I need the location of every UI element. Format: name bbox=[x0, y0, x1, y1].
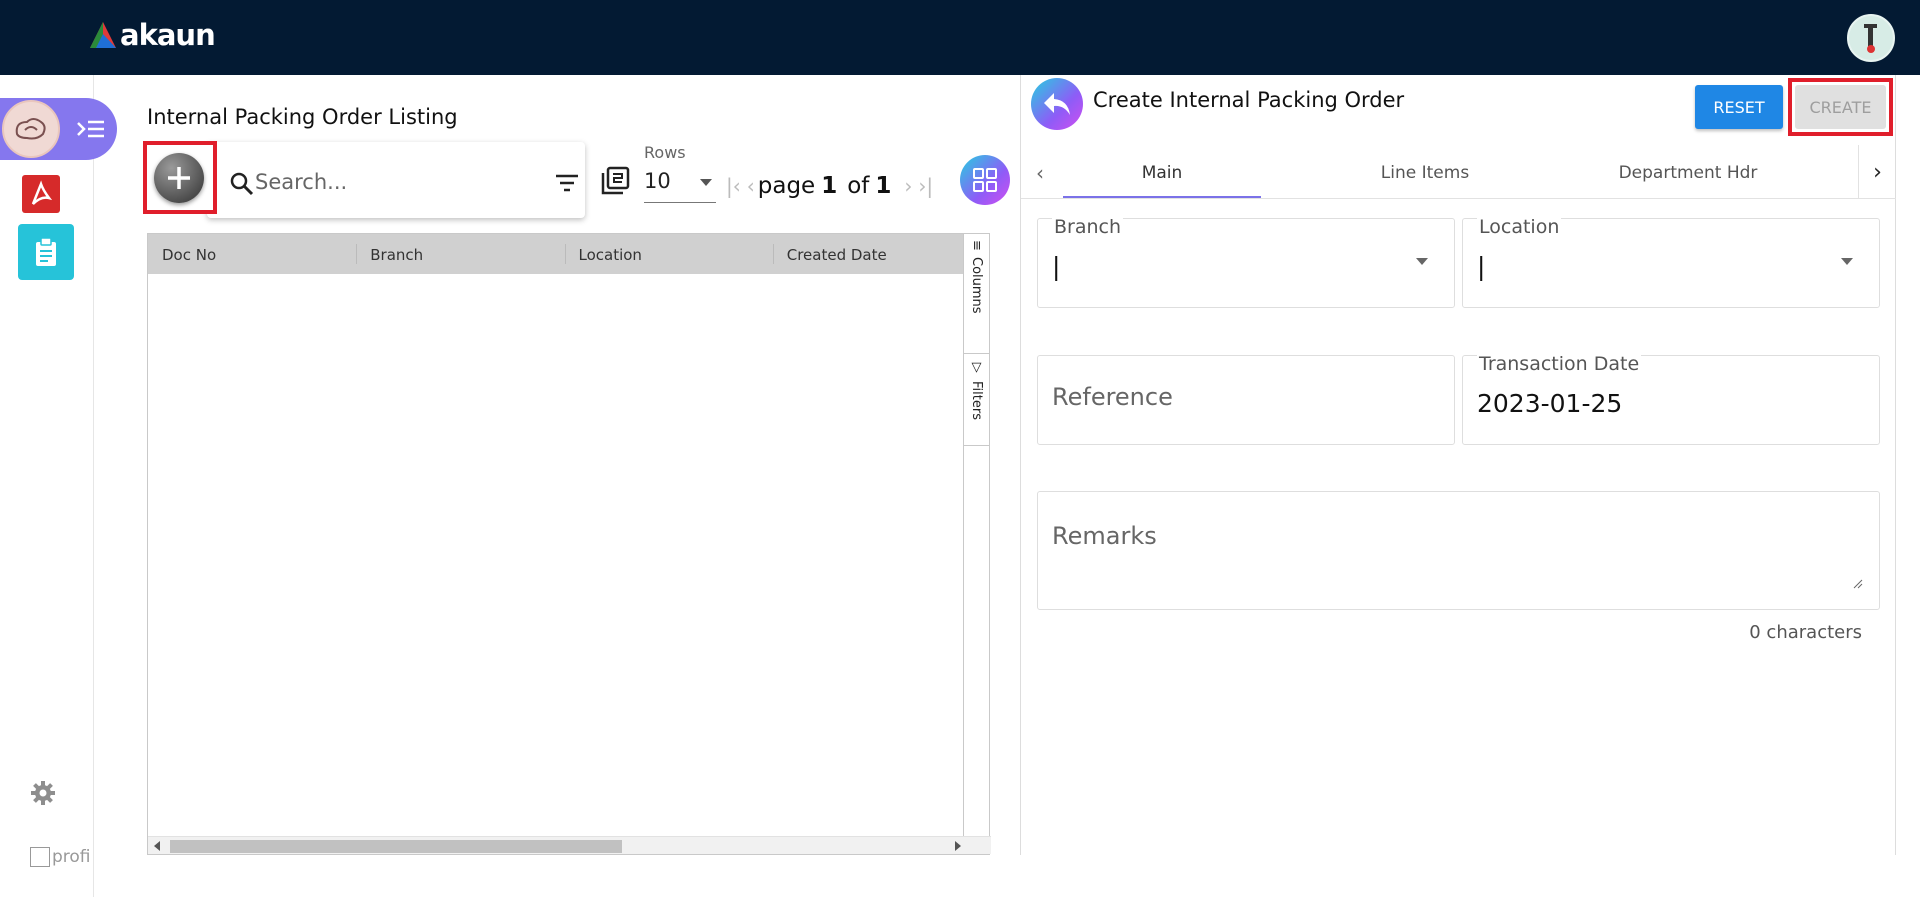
library-books-icon[interactable] bbox=[600, 166, 630, 196]
resize-handle-icon[interactable] bbox=[1853, 579, 1863, 589]
location-value: | bbox=[1477, 252, 1486, 281]
tab-line-items[interactable]: Line Items bbox=[1326, 163, 1524, 183]
create-button[interactable]: CREATE bbox=[1795, 85, 1886, 129]
next-page-icon[interactable]: › bbox=[904, 174, 912, 198]
current-page: 1 bbox=[821, 173, 838, 199]
settings-icon[interactable] bbox=[30, 780, 56, 806]
rows-value: 10 bbox=[644, 169, 671, 193]
left-nav-rail: profi bbox=[0, 75, 117, 897]
filter-icon[interactable] bbox=[553, 169, 581, 197]
transaction-date-label: Transaction Date bbox=[1477, 353, 1642, 375]
table-side-panel: ≡ Columns ▽ Filters bbox=[963, 234, 989, 854]
filter-funnel-icon: ▽ bbox=[969, 360, 984, 375]
branch-select[interactable]: Branch | bbox=[1037, 216, 1455, 308]
create-panel: Create Internal Packing Order RESET CREA… bbox=[1020, 75, 1896, 855]
branch-value: | bbox=[1052, 252, 1061, 281]
location-label: Location bbox=[1477, 216, 1562, 238]
branch-label: Branch bbox=[1052, 216, 1124, 238]
profile-link[interactable]: profi bbox=[30, 847, 91, 867]
reference-placeholder: Reference bbox=[1052, 383, 1173, 411]
reply-arrow-icon bbox=[1044, 93, 1070, 115]
scroll-right-icon[interactable] bbox=[955, 841, 961, 851]
first-page-icon[interactable]: |‹ bbox=[726, 174, 741, 198]
filters-tab-label: Filters bbox=[969, 381, 984, 420]
brand-logo[interactable]: akaun bbox=[88, 18, 216, 52]
transaction-date-field[interactable]: Transaction Date 2023-01-25 bbox=[1462, 353, 1880, 445]
columns-side-tab[interactable]: ≡ Columns bbox=[964, 234, 989, 354]
chevron-right-icon[interactable]: › bbox=[1858, 145, 1896, 199]
prev-page-icon[interactable]: ‹ bbox=[747, 174, 755, 198]
rail-avatar[interactable] bbox=[2, 100, 60, 158]
grid-icon bbox=[973, 168, 997, 192]
rows-per-page-select[interactable]: 10 bbox=[644, 169, 716, 203]
transaction-date-value: 2023-01-25 bbox=[1477, 389, 1623, 418]
columns-tab-label: Columns bbox=[969, 256, 984, 314]
total-pages: 1 bbox=[875, 173, 892, 199]
listing-title: Internal Packing Order Listing bbox=[147, 105, 458, 129]
create-button-highlight: CREATE bbox=[1788, 78, 1893, 136]
chevron-down-icon bbox=[1416, 258, 1428, 265]
column-header-location[interactable]: Location bbox=[564, 234, 773, 274]
user-avatar-icon bbox=[1864, 24, 1877, 53]
of-word: of bbox=[847, 173, 870, 199]
listing-panel: Internal Packing Order Listing Rows 10 |… bbox=[143, 75, 1020, 855]
tab-department-hdr[interactable]: Department Hdr bbox=[1589, 163, 1787, 183]
location-select[interactable]: Location | bbox=[1462, 216, 1880, 308]
profile-label: profi bbox=[52, 847, 91, 867]
filters-side-tab[interactable]: ▽ Filters bbox=[964, 354, 989, 446]
logo-mark-icon bbox=[90, 22, 116, 48]
paginator: |‹ ‹ page 1 of 1 › ›| bbox=[723, 173, 936, 199]
remarks-character-count: 0 characters bbox=[1749, 622, 1862, 643]
create-panel-title: Create Internal Packing Order bbox=[1093, 88, 1405, 112]
rows-label: Rows bbox=[644, 143, 686, 162]
back-button[interactable] bbox=[1031, 78, 1083, 130]
add-button[interactable] bbox=[154, 153, 204, 203]
remarks-placeholder: Remarks bbox=[1052, 522, 1157, 550]
column-header-doc-no[interactable]: Doc No bbox=[148, 234, 356, 274]
active-tab-indicator bbox=[1063, 196, 1261, 198]
columns-icon: ≡ bbox=[969, 240, 984, 251]
column-header-branch[interactable]: Branch bbox=[356, 234, 564, 274]
top-app-bar: akaun bbox=[0, 0, 1920, 75]
column-header-created-date[interactable]: Created Date bbox=[772, 234, 981, 274]
search-icon bbox=[230, 172, 254, 196]
chevron-left-icon[interactable]: ‹ bbox=[1036, 161, 1044, 185]
menu-toggle-icon[interactable] bbox=[74, 115, 106, 143]
clipboard-app-button[interactable] bbox=[18, 224, 74, 280]
page-word: page bbox=[757, 173, 816, 199]
scrollbar-thumb[interactable] bbox=[170, 840, 622, 853]
scroll-left-icon[interactable] bbox=[154, 841, 160, 851]
remarks-textarea[interactable]: Remarks bbox=[1037, 491, 1880, 610]
horizontal-scrollbar[interactable] bbox=[148, 836, 991, 854]
listing-table: Doc No Branch Location Created Date ≡ Co… bbox=[147, 233, 991, 855]
user-avatar-button[interactable] bbox=[1847, 14, 1895, 62]
pdf-app-button[interactable] bbox=[22, 175, 60, 213]
grid-view-button[interactable] bbox=[960, 155, 1010, 205]
table-header: Doc No Branch Location Created Date bbox=[148, 234, 981, 274]
profile-image-placeholder bbox=[30, 847, 50, 867]
form-tabs: ‹ Main Line Items Department Hdr › bbox=[1021, 145, 1896, 199]
pdf-app-icon bbox=[31, 180, 53, 205]
reference-field[interactable]: Reference bbox=[1037, 355, 1455, 445]
add-button-highlight bbox=[143, 141, 217, 214]
plus-icon bbox=[168, 167, 190, 189]
brand-name: akaun bbox=[120, 18, 216, 52]
chevron-down-icon bbox=[1841, 258, 1853, 265]
last-page-icon[interactable]: ›| bbox=[918, 174, 933, 198]
user-avatar-icon bbox=[15, 118, 46, 140]
chevron-down-icon bbox=[700, 179, 712, 186]
reset-button[interactable]: RESET bbox=[1695, 85, 1783, 129]
clipboard-app-icon bbox=[36, 237, 56, 266]
tab-main[interactable]: Main bbox=[1063, 163, 1261, 183]
search-input[interactable] bbox=[255, 162, 535, 202]
